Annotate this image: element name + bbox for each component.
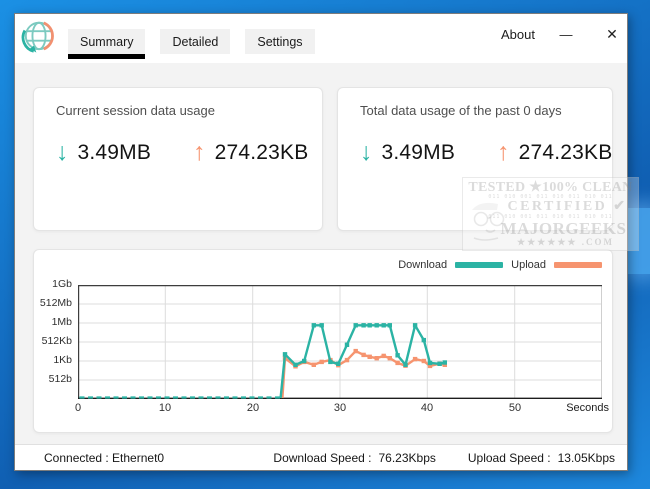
tab-bar: Summary Detailed Settings: [68, 29, 315, 54]
about-button[interactable]: About: [501, 27, 535, 42]
y-tick-512b: 512b: [34, 373, 72, 385]
tab-summary[interactable]: Summary: [68, 29, 145, 54]
y-tick-1mb: 1Mb: [34, 316, 72, 328]
tab-detailed-label: Detailed: [172, 35, 218, 49]
session-download-stat: ↓ 3.49MB: [56, 140, 151, 165]
legend-upload-swatch: [554, 262, 602, 268]
upload-speed-label: Upload Speed :: [468, 451, 551, 465]
legend-download-label: Download: [398, 259, 447, 271]
download-arrow-icon: ↓: [360, 140, 373, 165]
total-usage-card: Total data usage of the past 0 days ↓ 3.…: [337, 87, 613, 231]
x-tick-0: 0: [63, 402, 93, 414]
app-globe-logo-icon: [20, 18, 58, 56]
y-tick-512mb: 512Mb: [34, 297, 72, 309]
session-download-value: 3.49MB: [78, 141, 152, 165]
session-upload-value: 274.23KB: [215, 141, 309, 165]
x-tick-50: 50: [500, 402, 530, 414]
tab-settings[interactable]: Settings: [245, 29, 314, 54]
upload-arrow-icon: ↑: [497, 140, 510, 165]
y-tick-1gb: 1Gb: [34, 278, 72, 290]
session-usage-card: Current session data usage ↓ 3.49MB ↑ 27…: [33, 87, 323, 231]
upload-speed-value: 13.05Kbps: [558, 451, 615, 465]
usage-chart-svg: [78, 285, 602, 399]
total-download-stat: ↓ 3.49MB: [360, 140, 455, 165]
tab-settings-label: Settings: [257, 35, 302, 49]
app-window: Summary Detailed Settings About — ✕ Curr…: [14, 13, 628, 471]
download-speed: Download Speed : 76.23Kbps: [273, 451, 435, 465]
x-tick-10: 10: [150, 402, 180, 414]
total-upload-stat: ↑ 274.23KB: [497, 140, 612, 165]
tab-summary-label: Summary: [80, 35, 133, 49]
chart-legend: Download Upload: [398, 259, 602, 271]
x-tick-20: 20: [238, 402, 268, 414]
upload-arrow-icon: ↑: [193, 140, 206, 165]
usage-chart-card: Download Upload 1Gb 512Mb 1Mb 512Kb 1Kb …: [33, 249, 613, 433]
connection-status: Connected : Ethernet0: [44, 451, 164, 465]
minimize-button[interactable]: —: [553, 22, 579, 46]
download-speed-value: 76.23Kbps: [378, 451, 435, 465]
x-axis-unit-label: Seconds: [566, 402, 609, 414]
session-upload-stat: ↑ 274.23KB: [193, 140, 308, 165]
download-speed-label: Download Speed :: [273, 451, 371, 465]
x-tick-30: 30: [325, 402, 355, 414]
y-tick-512kb: 512Kb: [34, 335, 72, 347]
minimize-icon: —: [560, 27, 573, 42]
tab-detailed[interactable]: Detailed: [160, 29, 230, 54]
titlebar: Summary Detailed Settings About — ✕: [15, 14, 627, 63]
close-button[interactable]: ✕: [599, 22, 625, 46]
y-tick-1kb: 1Kb: [34, 354, 72, 366]
main-content: Current session data usage ↓ 3.49MB ↑ 27…: [15, 63, 627, 444]
total-upload-value: 274.23KB: [519, 141, 613, 165]
close-icon: ✕: [606, 26, 618, 43]
upload-speed: Upload Speed : 13.05Kbps: [468, 451, 615, 465]
total-card-title: Total data usage of the past 0 days: [360, 103, 562, 118]
download-arrow-icon: ↓: [56, 140, 69, 165]
status-bar: Connected : Ethernet0 Download Speed : 7…: [15, 444, 627, 470]
session-card-title: Current session data usage: [56, 103, 215, 118]
legend-upload-label: Upload: [511, 259, 546, 271]
x-tick-40: 40: [412, 402, 442, 414]
wallpaper-logo-pane: [628, 208, 650, 274]
total-download-value: 3.49MB: [382, 141, 456, 165]
legend-download-swatch: [455, 262, 503, 268]
